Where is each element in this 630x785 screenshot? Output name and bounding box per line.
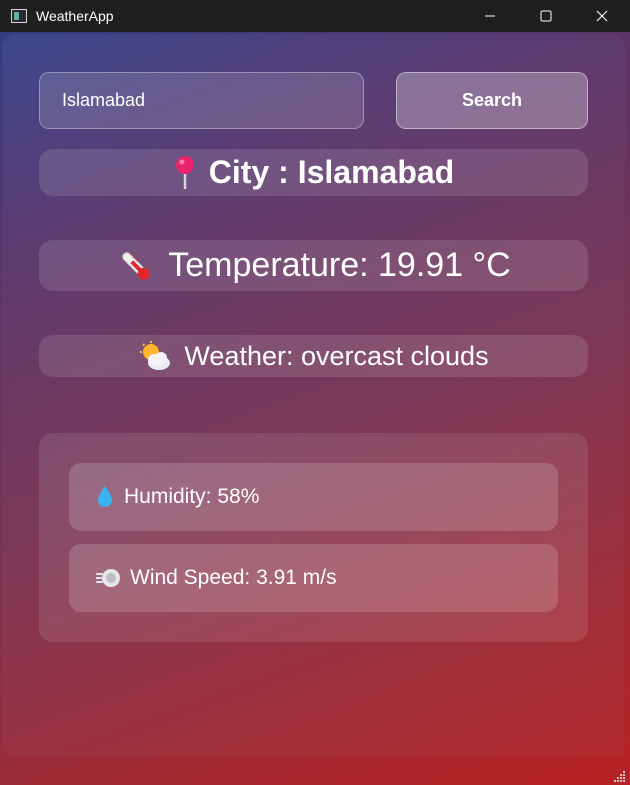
city-search-input[interactable]: Islamabad [39, 72, 364, 129]
humidity-text: Humidity: 58% [124, 485, 260, 508]
minimize-button[interactable] [462, 0, 518, 32]
app-icon [11, 9, 27, 23]
minimize-icon [485, 15, 495, 17]
search-button-label: Search [461, 90, 523, 110]
wind-icon [96, 567, 122, 589]
resize-grip[interactable] [614, 769, 626, 782]
temperature-text: Temperature: 19.91 °C [168, 246, 511, 284]
city-display: City : Islamabad [39, 149, 588, 196]
wind-text: Wind Speed: 3.91 m/s [130, 566, 337, 589]
droplet-icon [96, 485, 114, 509]
app-window: WeatherApp Islamabad Search City: Islam… [0, 0, 630, 785]
weather-display: Weather: overcast clouds [39, 335, 588, 377]
maximize-icon [540, 10, 552, 22]
humidity-row: Humidity: 58% [69, 463, 558, 531]
sun-behind-cloud-icon [138, 341, 172, 371]
title-bar: WeatherApp [0, 0, 630, 32]
city-text: City : Islamabad [208, 154, 455, 190]
close-icon [596, 10, 608, 22]
thermometer-icon [116, 246, 156, 286]
details-panel: Humidity: 58% Wind Speed: 3.91 m/s [39, 433, 588, 642]
window-title: WeatherApp [36, 8, 114, 24]
maximize-button[interactable] [518, 0, 574, 32]
pin-icon [173, 155, 197, 191]
weather-text: Weather: overcast clouds [184, 340, 489, 371]
search-input-value: Islamabad [62, 90, 146, 110]
main-card [2, 34, 625, 757]
search-button[interactable]: Search [396, 72, 588, 129]
temperature-display: Temperature: 19.91 °C [39, 240, 588, 291]
close-button[interactable] [574, 0, 630, 32]
wind-row: Wind Speed: 3.91 m/s [69, 544, 558, 612]
